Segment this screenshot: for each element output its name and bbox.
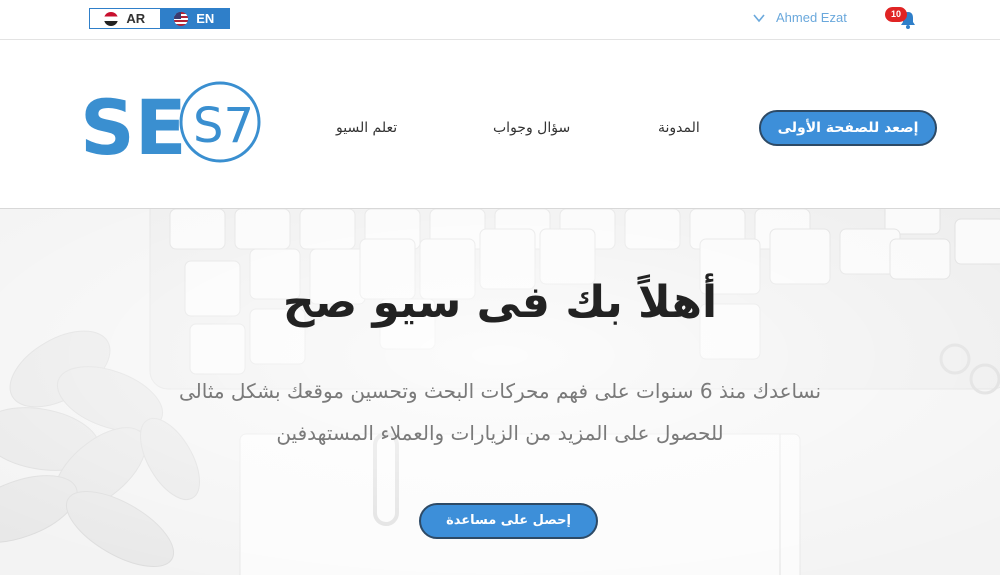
language-en-label: EN — [196, 11, 215, 26]
first-page-button[interactable]: إصعد للصفحة الأولى — [759, 110, 937, 146]
language-ar-label: AR — [126, 11, 146, 26]
top-bar: AR EN Ahmed Ezat 10 — [0, 0, 1000, 40]
get-help-button[interactable]: إحصل على مساعدة — [419, 503, 598, 539]
seo-logo[interactable]: SE S7 — [80, 80, 265, 170]
hero-section: أهلاً بك فى سيو صح نساعدك منذ 6 سنوات عل… — [0, 209, 1000, 575]
hero-title: أهلاً بك فى سيو صح — [282, 277, 718, 328]
nav-qa[interactable]: سؤال وجواب — [493, 120, 570, 136]
notification-badge: 10 — [885, 7, 907, 22]
chevron-down-icon — [753, 13, 765, 22]
nav-learn-seo[interactable]: تعلم السيو — [336, 120, 397, 136]
language-ar-button[interactable]: AR — [90, 9, 160, 28]
logo-s7-text: S7 — [193, 98, 254, 154]
nav-blog[interactable]: المدونة — [658, 120, 700, 136]
us-flag-icon — [174, 11, 189, 26]
hero-description-line-2: للحصول على المزيد من الزيارات والعملاء ا… — [276, 421, 724, 445]
user-name: Ahmed Ezat — [776, 10, 847, 25]
egypt-flag-icon — [104, 11, 119, 26]
language-switcher: AR EN — [89, 8, 230, 29]
site-header: SE S7 تعلم السيو سؤال وجواب المدونة إصعد… — [0, 40, 1000, 209]
user-menu[interactable]: Ahmed Ezat — [752, 10, 847, 25]
hero-description-line-1: نساعدك منذ 6 سنوات على فهم محركات البحث … — [178, 379, 822, 403]
language-en-button[interactable]: EN — [159, 9, 229, 28]
logo-se-text: SE — [80, 83, 187, 170]
